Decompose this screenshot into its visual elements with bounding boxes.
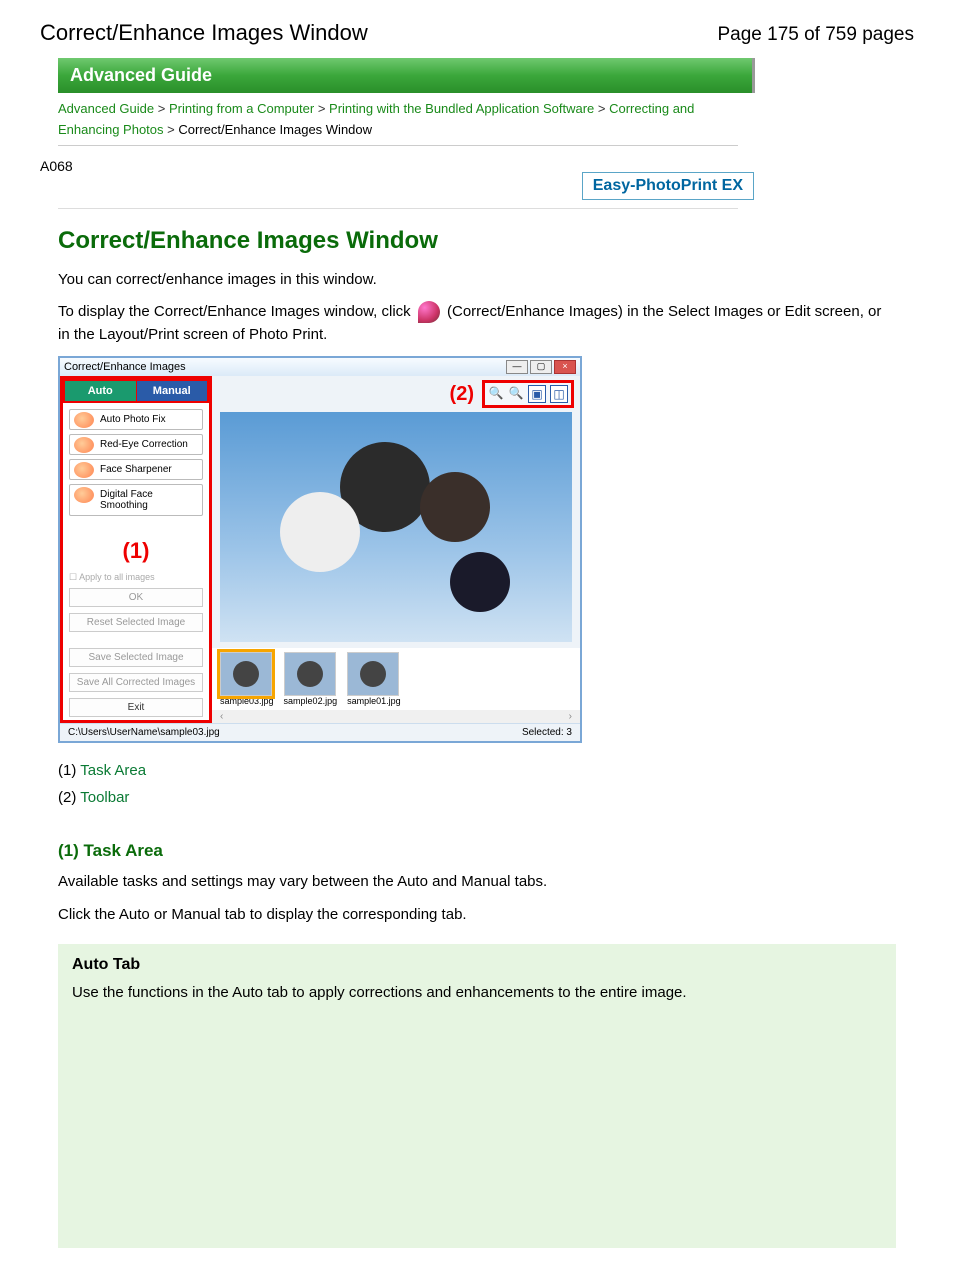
- task-area: Auto Manual Auto Photo Fix Red-Eye Corre…: [60, 376, 212, 723]
- scroll-left[interactable]: ‹: [220, 711, 223, 722]
- minimize-button[interactable]: —: [506, 360, 528, 374]
- task-area-p2: Click the Auto or Manual tab to display …: [58, 904, 896, 927]
- link-toolbar[interactable]: Toolbar: [80, 789, 129, 806]
- page-title: Correct/Enhance Images Window: [40, 20, 368, 46]
- task-area-p1: Available tasks and settings may vary be…: [58, 871, 896, 894]
- product-badge: Easy-PhotoPrint EX: [582, 172, 754, 200]
- face-sharpener-button[interactable]: Face Sharpener: [69, 459, 203, 480]
- ok-button[interactable]: OK: [69, 588, 203, 607]
- section-heading: Correct/Enhance Images Window: [58, 227, 914, 255]
- task-label: Red-Eye Correction: [100, 439, 188, 450]
- auto-tab-heading: Auto Tab: [72, 956, 882, 974]
- save-all-button[interactable]: Save All Corrected Images: [69, 673, 203, 692]
- close-button[interactable]: ×: [554, 360, 576, 374]
- thumb-label: sample02.jpg: [284, 696, 338, 706]
- breadcrumb-link[interactable]: Printing with the Bundled Application So…: [329, 101, 594, 116]
- face-icon: [74, 487, 94, 503]
- intro-text-a: To display the Correct/Enhance Images wi…: [58, 303, 415, 320]
- breadcrumb-current: Correct/Enhance Images Window: [178, 122, 372, 137]
- red-eye-button[interactable]: Red-Eye Correction: [69, 434, 203, 455]
- zoom-out-icon[interactable]: 🔍: [508, 385, 524, 401]
- breadcrumb-link[interactable]: Advanced Guide: [58, 101, 154, 116]
- auto-tab-text: Use the functions in the Auto tab to app…: [72, 984, 882, 1001]
- app-window: Correct/Enhance Images — ▢ × Auto Manual…: [58, 356, 582, 743]
- auto-tab-box: Auto Tab Use the functions in the Auto t…: [58, 944, 896, 1248]
- fit-icon[interactable]: ▣: [528, 385, 546, 403]
- intro-paragraph-2: To display the Correct/Enhance Images wi…: [58, 301, 896, 346]
- palette-icon: [418, 301, 440, 323]
- tab-manual[interactable]: Manual: [136, 379, 210, 403]
- exit-button[interactable]: Exit: [69, 698, 203, 717]
- toolbar: (2) 🔍 🔍 ▣ ◫: [212, 376, 580, 410]
- apply-all-label: Apply to all images: [79, 572, 155, 582]
- thumb-label: sample03.jpg: [220, 696, 274, 706]
- thumbnail[interactable]: sample01.jpg: [347, 652, 401, 706]
- status-bar: C:\Users\UserName\sample03.jpg Selected:…: [60, 723, 580, 741]
- intro-paragraph: You can correct/enhance images in this w…: [58, 269, 896, 292]
- doc-code: A068: [40, 158, 914, 174]
- breadcrumb-sep: >: [318, 101, 326, 116]
- apply-all-checkbox[interactable]: ☐ Apply to all images: [63, 570, 209, 585]
- breadcrumb-sep: >: [167, 122, 175, 137]
- scroll-right[interactable]: ›: [569, 711, 572, 722]
- callout-2: (2): [450, 383, 474, 406]
- guide-banner: Advanced Guide: [58, 58, 755, 93]
- app-titlebar: Correct/Enhance Images — ▢ ×: [60, 358, 580, 376]
- eye-icon: [74, 437, 94, 453]
- breadcrumb-sep: >: [158, 101, 166, 116]
- breadcrumb-link[interactable]: Printing from a Computer: [169, 101, 314, 116]
- page-number: Page 175 of 759 pages: [717, 24, 914, 46]
- reset-button[interactable]: Reset Selected Image: [69, 613, 203, 632]
- tab-auto[interactable]: Auto: [63, 379, 136, 403]
- compare-icon[interactable]: ◫: [550, 385, 568, 403]
- thumbnail-strip: sample03.jpg sample02.jpg sample01.jpg: [212, 648, 580, 710]
- link-task-area[interactable]: Task Area: [80, 762, 146, 779]
- breadcrumb-sep: >: [598, 101, 606, 116]
- breadcrumb: Advanced Guide > Printing from a Compute…: [58, 99, 738, 141]
- task-label: Auto Photo Fix: [100, 414, 166, 425]
- face-icon: [74, 462, 94, 478]
- save-selected-button[interactable]: Save Selected Image: [69, 648, 203, 667]
- face-smoothing-button[interactable]: Digital Face Smoothing: [69, 484, 203, 516]
- maximize-button[interactable]: ▢: [530, 360, 552, 374]
- task-label: Digital Face Smoothing: [100, 489, 153, 511]
- auto-photo-fix-button[interactable]: Auto Photo Fix: [69, 409, 203, 430]
- task-area-heading: (1) Task Area: [58, 841, 896, 861]
- zoom-in-icon[interactable]: 🔍: [488, 385, 504, 401]
- face-icon: [74, 412, 94, 428]
- callout-1: (1): [63, 538, 209, 564]
- thumb-label: sample01.jpg: [347, 696, 401, 706]
- link-num: (2): [58, 789, 80, 806]
- task-label: Face Sharpener: [100, 464, 172, 475]
- status-path: C:\Users\UserName\sample03.jpg: [68, 727, 220, 738]
- link-num: (1): [58, 762, 80, 779]
- status-selected: Selected: 3: [522, 727, 572, 738]
- preview-image: [220, 412, 572, 642]
- app-title: Correct/Enhance Images: [64, 361, 186, 373]
- thumbnail[interactable]: sample02.jpg: [284, 652, 338, 706]
- thumbnail[interactable]: sample03.jpg: [220, 652, 274, 706]
